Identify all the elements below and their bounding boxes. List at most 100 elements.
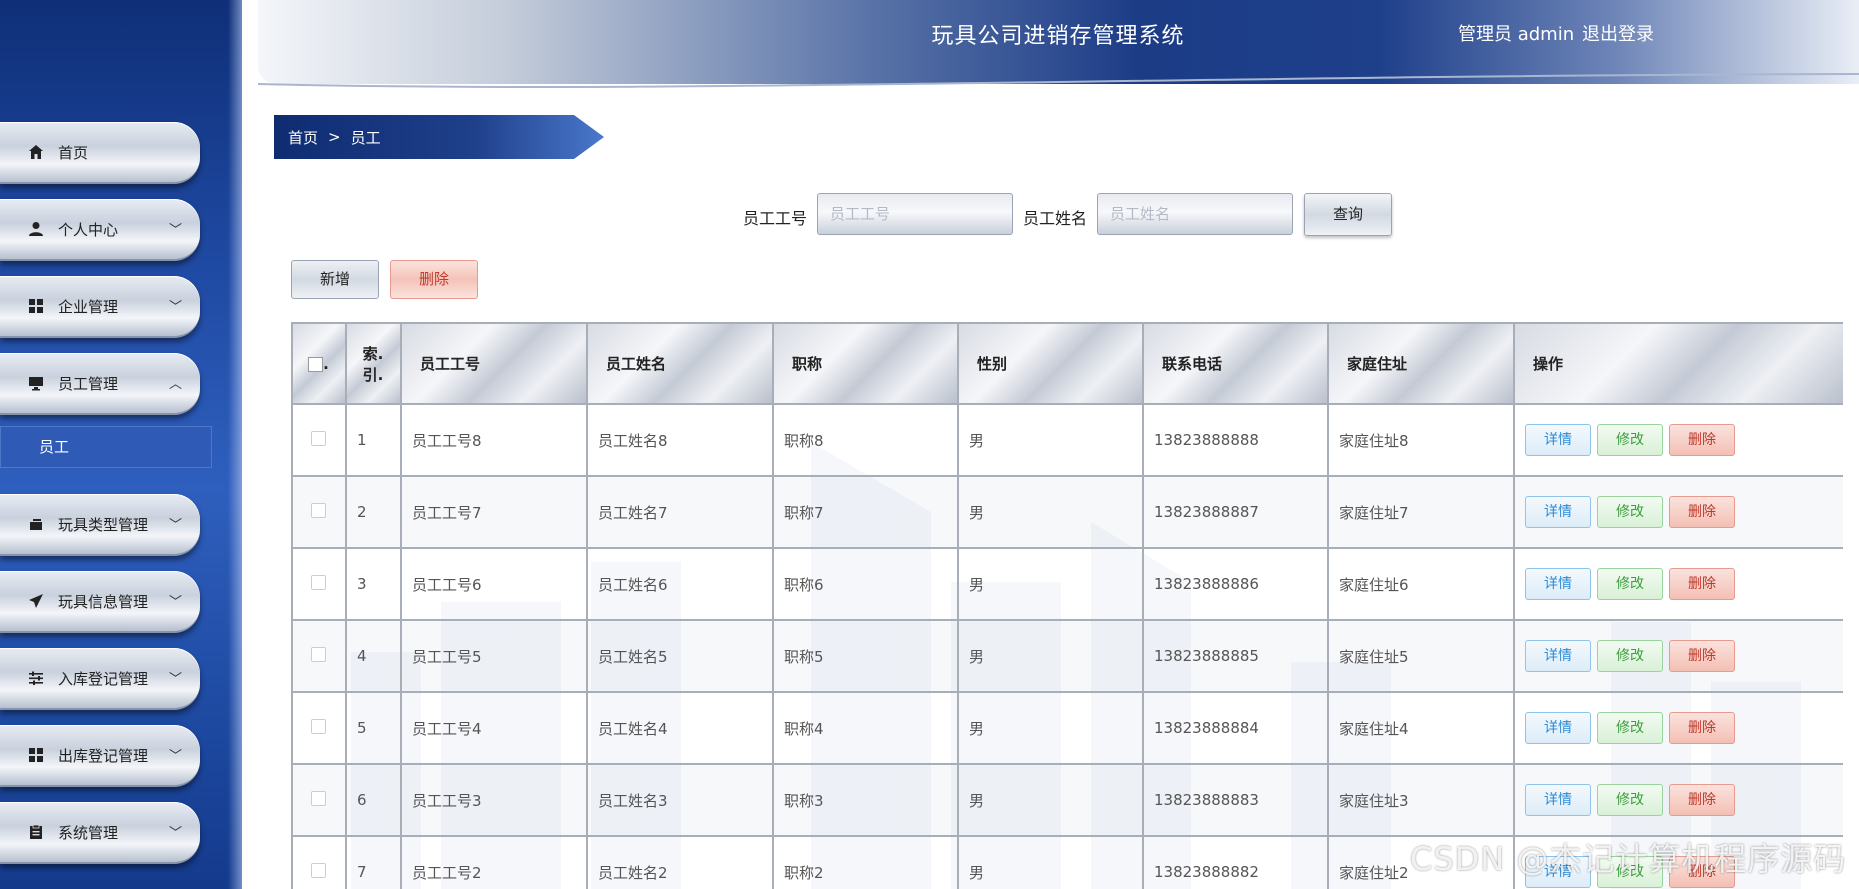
staff-id-cell: 员工工号6	[400, 547, 588, 621]
staff-id-cell: 员工工号7	[400, 475, 588, 549]
row-checkbox[interactable]	[311, 790, 326, 806]
chevron-down-icon: ﹀	[168, 595, 182, 610]
detail-button[interactable]: 详情	[1525, 424, 1591, 456]
staff-name-input[interactable]	[1097, 193, 1293, 235]
batch-delete-button[interactable]: 删除	[390, 260, 478, 299]
sidebar-item-staff[interactable]: 员工管理 ︿	[0, 353, 200, 415]
delete-button[interactable]: 删除	[1669, 784, 1735, 816]
staff-name-cell: 员工姓名5	[586, 619, 774, 693]
sidebar-item-system[interactable]: 系统管理 ﹀	[0, 802, 200, 864]
delete-button[interactable]: 删除	[1669, 424, 1735, 456]
index-cell: 7	[345, 835, 402, 889]
logout-link[interactable]: 退出登录	[1582, 20, 1654, 46]
breadcrumb: 首页 > 员工	[274, 115, 604, 159]
sidebar-item-toy-type[interactable]: 玩具类型管理 ﹀	[0, 494, 200, 556]
gender-cell: 男	[957, 475, 1144, 549]
staff-id-cell: 员工工号3	[400, 763, 588, 837]
row-select-cell	[291, 403, 347, 477]
staff-id-cell: 员工工号8	[400, 403, 588, 477]
table-row: 5 员工工号4 员工姓名4 职称4 男 13823888884 家庭住址4 详情 修改 删除	[291, 691, 1843, 765]
index-cell: 2	[345, 475, 402, 549]
breadcrumb-home[interactable]: 首页	[288, 127, 318, 148]
edit-button[interactable]: 修改	[1597, 640, 1663, 672]
send-icon	[26, 591, 46, 611]
detail-button[interactable]: 详情	[1525, 784, 1591, 816]
folder-icon	[26, 514, 46, 534]
delete-button[interactable]: 删除	[1669, 712, 1735, 744]
sidebar-item-stock-in[interactable]: 入库登记管理 ﹀	[0, 648, 200, 710]
user-icon	[26, 219, 46, 239]
job-title-cell: 职称3	[772, 763, 959, 837]
edit-button[interactable]: 修改	[1597, 784, 1663, 816]
delete-button[interactable]: 删除	[1669, 568, 1735, 600]
address-header: 家庭住址	[1327, 322, 1515, 405]
sidebar-item-toy-info[interactable]: 玩具信息管理 ﹀	[0, 571, 200, 633]
sidebar-item-company[interactable]: 企业管理 ﹀	[0, 276, 200, 338]
header-wave	[258, 73, 1859, 89]
staff-name-header: 员工姓名	[586, 322, 774, 405]
edit-button[interactable]: 修改	[1597, 712, 1663, 744]
staff-id-header: 员工工号	[400, 322, 588, 405]
index-cell: 4	[345, 619, 402, 693]
delete-button[interactable]: 删除	[1669, 640, 1735, 672]
row-checkbox[interactable]	[311, 646, 326, 662]
add-button[interactable]: 新增	[291, 260, 379, 299]
row-checkbox[interactable]	[311, 862, 326, 878]
address-cell: 家庭住址6	[1327, 547, 1515, 621]
sidebar-item-profile[interactable]: 个人中心 ﹀	[0, 199, 200, 261]
operations-cell: 详情 修改 删除	[1513, 475, 1843, 549]
staff-id-input[interactable]	[817, 193, 1013, 235]
table-row: 3 员工工号6 员工姓名6 职称6 男 13823888886 家庭住址6 详情 修改 删除	[291, 547, 1843, 621]
table-row: 4 员工工号5 员工姓名5 职称5 男 13823888885 家庭住址5 详情 修改 删除	[291, 619, 1843, 693]
job-title-header: 职称	[772, 322, 959, 405]
table-header-row: . 索. 引. 员工工号 员工姓名 职称 性别 联系电话 家庭住址 操作	[291, 322, 1843, 405]
staff-table-container: . 索. 引. 员工工号 员工姓名 职称 性别 联系电话 家庭住址 操作 1 员工工…	[291, 322, 1843, 889]
sidebar-item-label: 首页	[58, 143, 89, 162]
index-header: 索. 引.	[345, 322, 402, 405]
select-all-header[interactable]: .	[291, 322, 347, 405]
gender-cell: 男	[957, 763, 1144, 837]
edit-button[interactable]: 修改	[1597, 424, 1663, 456]
detail-button[interactable]: 详情	[1525, 496, 1591, 528]
address-cell: 家庭住址3	[1327, 763, 1515, 837]
sidebar-item-label: 企业管理	[58, 297, 119, 316]
row-checkbox[interactable]	[311, 502, 326, 518]
select-all-checkbox[interactable]	[308, 356, 324, 372]
row-select-cell	[291, 763, 347, 837]
operations-cell: 详情 修改 删除	[1513, 691, 1843, 765]
staff-id-cell: 员工工号5	[400, 619, 588, 693]
staff-name-cell: 员工姓名2	[586, 835, 774, 889]
detail-button[interactable]: 详情	[1525, 712, 1591, 744]
sidebar: 首页 个人中心 ﹀ 企业管理 ﹀ 员工管理 ︿ 员工 玩具类型管理 ﹀ 玩具信息…	[0, 0, 242, 889]
operations-header: 操作	[1513, 322, 1843, 405]
sidebar-subitem-staff[interactable]: 员工	[0, 426, 212, 468]
staff-name-cell: 员工姓名6	[586, 547, 774, 621]
sidebar-item-stock-out[interactable]: 出库登记管理 ﹀	[0, 725, 200, 787]
edit-button[interactable]: 修改	[1597, 496, 1663, 528]
sidebar-item-home[interactable]: 首页	[0, 122, 200, 184]
query-button[interactable]: 查询	[1304, 193, 1392, 236]
operations-cell: 详情 修改 删除	[1513, 619, 1843, 693]
chevron-down-icon: ﹀	[168, 518, 182, 533]
monitor-icon	[26, 373, 46, 393]
row-select-cell	[291, 475, 347, 549]
staff-table: . 索. 引. 员工工号 员工姓名 职称 性别 联系电话 家庭住址 操作 1 员工工…	[291, 322, 1843, 889]
job-title-cell: 职称6	[772, 547, 959, 621]
row-checkbox[interactable]	[311, 430, 326, 446]
table-row: 1 员工工号8 员工姓名8 职称8 男 13823888888 家庭住址8 详情 修改 删除	[291, 403, 1843, 477]
row-checkbox[interactable]	[311, 574, 326, 590]
detail-button[interactable]: 详情	[1525, 640, 1591, 672]
delete-button[interactable]: 删除	[1669, 496, 1735, 528]
current-user: 管理员 admin	[1458, 24, 1575, 45]
gender-header: 性别	[957, 322, 1144, 405]
sliders-icon	[26, 668, 46, 688]
row-select-cell	[291, 835, 347, 889]
phone-cell: 13823888882	[1142, 835, 1329, 889]
row-checkbox[interactable]	[311, 718, 326, 734]
staff-id-label: 员工工号	[743, 209, 808, 228]
detail-button[interactable]: 详情	[1525, 568, 1591, 600]
edit-button[interactable]: 修改	[1597, 568, 1663, 600]
staff-id-cell: 员工工号4	[400, 691, 588, 765]
table-row: 6 员工工号3 员工姓名3 职称3 男 13823888883 家庭住址3 详情 修改 删除	[291, 763, 1843, 837]
staff-name-cell: 员工姓名7	[586, 475, 774, 549]
